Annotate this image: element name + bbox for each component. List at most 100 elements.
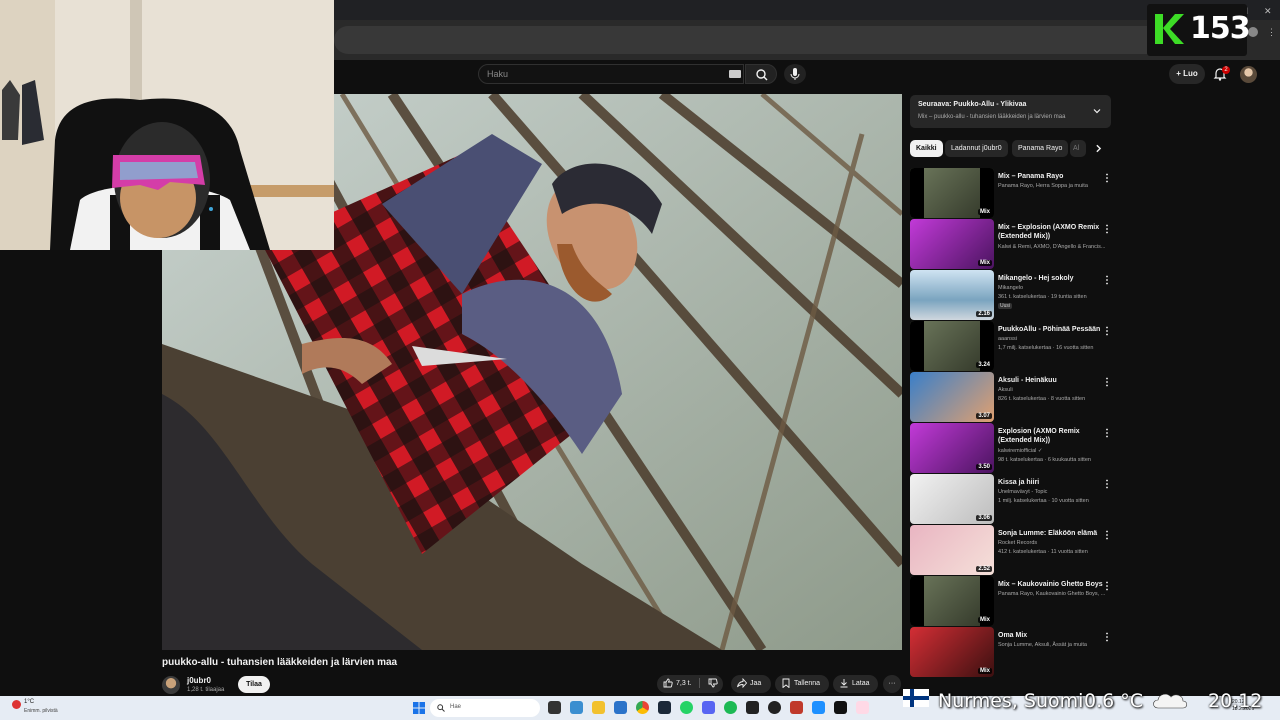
voice-search-button[interactable] (784, 64, 806, 84)
video-thumbnail[interactable]: Mix (910, 627, 994, 677)
download-icon (840, 679, 848, 688)
mail-icon[interactable] (614, 701, 627, 714)
more-vertical-icon[interactable] (1104, 478, 1110, 490)
video-thumbnail[interactable]: Mix (910, 219, 994, 269)
up-next-subtitle: Mix – puukko-allu - tuhansien lääkkeiden… (918, 114, 1066, 120)
recommended-video-title[interactable]: Oma Mix (998, 631, 1111, 640)
chip-uploaded-by[interactable]: Ladannut j0ubr0 (945, 140, 1008, 157)
chip-panama-rayo[interactable]: Panama Rayo (1012, 140, 1069, 157)
spotify-icon[interactable] (724, 701, 737, 714)
recommended-video-item[interactable]: Mix Oma Mix Sonja Lumme, Aksuli, Ässät ja … (910, 627, 1115, 677)
taskbar-weather-temp[interactable]: 1°C (24, 699, 34, 705)
launcher-icon[interactable] (812, 701, 825, 714)
more-vertical-icon[interactable] (1104, 274, 1110, 286)
obs-icon[interactable] (746, 701, 759, 714)
address-bar[interactable] (334, 26, 1244, 54)
more-actions-button[interactable]: ··· (883, 675, 901, 693)
recommended-video-channel[interactable]: Panama Rayo, Kaukovainio Ghetto Boys, ..… (998, 591, 1105, 598)
more-vertical-icon[interactable] (1104, 325, 1110, 337)
recommended-video-title[interactable]: PuukkoAllu - Pöhinää Pessään (998, 325, 1111, 334)
video-thumbnail[interactable]: 3.07 (910, 372, 994, 422)
game-icon[interactable] (790, 701, 803, 714)
video-thumbnail[interactable]: 3.50 (910, 423, 994, 473)
duration-badge: 3.07 (976, 413, 992, 419)
chevron-right-icon[interactable] (1093, 143, 1104, 154)
recommended-video-channel[interactable]: Mikangelo (998, 285, 1023, 292)
recommended-video-title[interactable]: Mikangelo - Hej sokoly (998, 274, 1111, 283)
taskbar-search-input[interactable]: Hae (430, 699, 540, 717)
recommended-video-channel[interactable]: Kalwi & Remi, AXMO, D'Angello & Francis.… (998, 244, 1105, 251)
browser-menu-icon[interactable]: ⋮ (1267, 27, 1276, 38)
recommended-video-channel[interactable]: Panama Rayo, Herra Soppa ja muita (998, 183, 1088, 190)
video-thumbnail[interactable]: 3.24 (910, 321, 994, 371)
recommended-video-channel[interactable]: kalwiremiofficial ✓ (998, 448, 1043, 455)
like-button[interactable]: 7,3 t. (657, 675, 723, 693)
recommended-video-title[interactable]: Explosion (AXMO Remix (Extended Mix)) (998, 427, 1111, 445)
chip-all[interactable]: Kaikki (910, 140, 943, 157)
recommended-video-title[interactable]: Aksuli - Heinäkuu (998, 376, 1111, 385)
video-thumbnail[interactable]: 3.06 (910, 474, 994, 524)
account-avatar[interactable] (1240, 66, 1257, 83)
duration-badge: 3.06 (976, 515, 992, 521)
create-button[interactable]: + Luo (1169, 64, 1205, 84)
video-thumbnail[interactable]: Mix (910, 576, 994, 626)
search-input[interactable]: Haku (478, 64, 744, 84)
recommended-video-channel[interactable]: Sonja Lumme, Aksuli, Ässät ja muita (998, 642, 1087, 649)
recommended-video-title[interactable]: Mix – Panama Rayo (998, 172, 1111, 181)
recommended-video-item[interactable]: Mix Mix – Panama Rayo Panama Rayo, Herra S… (910, 168, 1115, 218)
chevron-down-icon[interactable] (1092, 106, 1102, 116)
recommended-video-title[interactable]: Mix – Explosion (AXMO Remix (Extended Mi… (998, 223, 1111, 241)
more-vertical-icon[interactable] (1104, 529, 1110, 541)
channel-avatar[interactable] (162, 676, 180, 694)
recommended-video-item[interactable]: 2.52 Sonja Lumme: Eläköön elämä Rocket Rec… (910, 525, 1115, 575)
more-vertical-icon[interactable] (1104, 172, 1110, 184)
close-icon[interactable]: ✕ (1264, 6, 1272, 17)
recommended-video-item[interactable]: Mix Mix – Kaukovainio Ghetto Boys Panama R… (910, 576, 1115, 626)
download-button[interactable]: Lataa (833, 675, 878, 693)
subscribe-button[interactable]: Tilaa (238, 676, 270, 693)
recommended-video-item[interactable]: Mix Mix – Explosion (AXMO Remix (Extended… (910, 219, 1115, 269)
video-thumbnail[interactable]: 2.16 (910, 270, 994, 320)
steam-icon[interactable] (658, 701, 671, 714)
more-vertical-icon[interactable] (1104, 580, 1110, 592)
more-vertical-icon[interactable] (1104, 631, 1110, 643)
recommended-video-title[interactable]: Mix – Kaukovainio Ghetto Boys (998, 580, 1111, 589)
channel-name[interactable]: j0ubr0 (187, 676, 211, 685)
keyboard-icon[interactable] (729, 70, 741, 78)
more-vertical-icon[interactable] (1104, 376, 1110, 388)
share-button[interactable]: Jaa (731, 675, 771, 693)
up-next-panel[interactable] (910, 95, 1111, 128)
chip-overflow[interactable]: Al (1070, 140, 1086, 157)
task-view-icon[interactable] (548, 701, 561, 714)
weather-alert-icon[interactable] (12, 700, 21, 709)
app-icon[interactable] (768, 701, 781, 714)
whatsapp-icon[interactable] (680, 701, 693, 714)
discord-icon[interactable] (702, 701, 715, 714)
search-button[interactable] (745, 64, 777, 84)
file-explorer-icon[interactable] (592, 701, 605, 714)
recommended-video-title[interactable]: Sonja Lumme: Eläköön elämä (998, 529, 1111, 538)
x-icon[interactable] (834, 701, 847, 714)
extension-icon[interactable] (856, 701, 869, 714)
recommended-video-title[interactable]: Kissa ja hiiri (998, 478, 1111, 487)
video-thumbnail[interactable]: 2.52 (910, 525, 994, 575)
recommended-video-item[interactable]: 3.06 Kissa ja hiiri Unelmavävyt - Topic 1 m… (910, 474, 1115, 524)
windows-start-icon[interactable] (413, 702, 425, 714)
notification-count-badge: 2 (1222, 66, 1230, 74)
recommended-video-item[interactable]: 3.24 PuukkoAllu - Pöhinää Pessään aaanssi 1… (910, 321, 1115, 371)
recommended-video-channel[interactable]: Unelmavävyt - Topic (998, 489, 1047, 496)
more-vertical-icon[interactable] (1104, 427, 1110, 439)
recommended-video-channel[interactable]: aaanssi (998, 336, 1017, 343)
thumbs-down-icon[interactable] (708, 678, 718, 688)
save-button[interactable]: Tallenna (775, 675, 829, 693)
recommended-video-channel[interactable]: Aksuli (998, 387, 1013, 394)
recommended-video-channel[interactable]: Rocket Records (998, 540, 1037, 547)
more-vertical-icon[interactable] (1104, 223, 1110, 235)
recommended-video-item[interactable]: 3.07 Aksuli - Heinäkuu Aksuli 826 t. katsel… (910, 372, 1115, 422)
recommended-video-item[interactable]: 3.50 Explosion (AXMO Remix (Extended Mix)… (910, 423, 1115, 473)
recommended-video-stats: 98 t. katselukertaa · 6 kuukautta sitten (998, 457, 1091, 463)
video-thumbnail[interactable]: Mix (910, 168, 994, 218)
edge-icon[interactable] (570, 701, 583, 714)
chrome-icon[interactable] (636, 701, 649, 714)
recommended-video-item[interactable]: 2.16 Mikangelo - Hej sokoly Mikangelo 361 t… (910, 270, 1115, 320)
